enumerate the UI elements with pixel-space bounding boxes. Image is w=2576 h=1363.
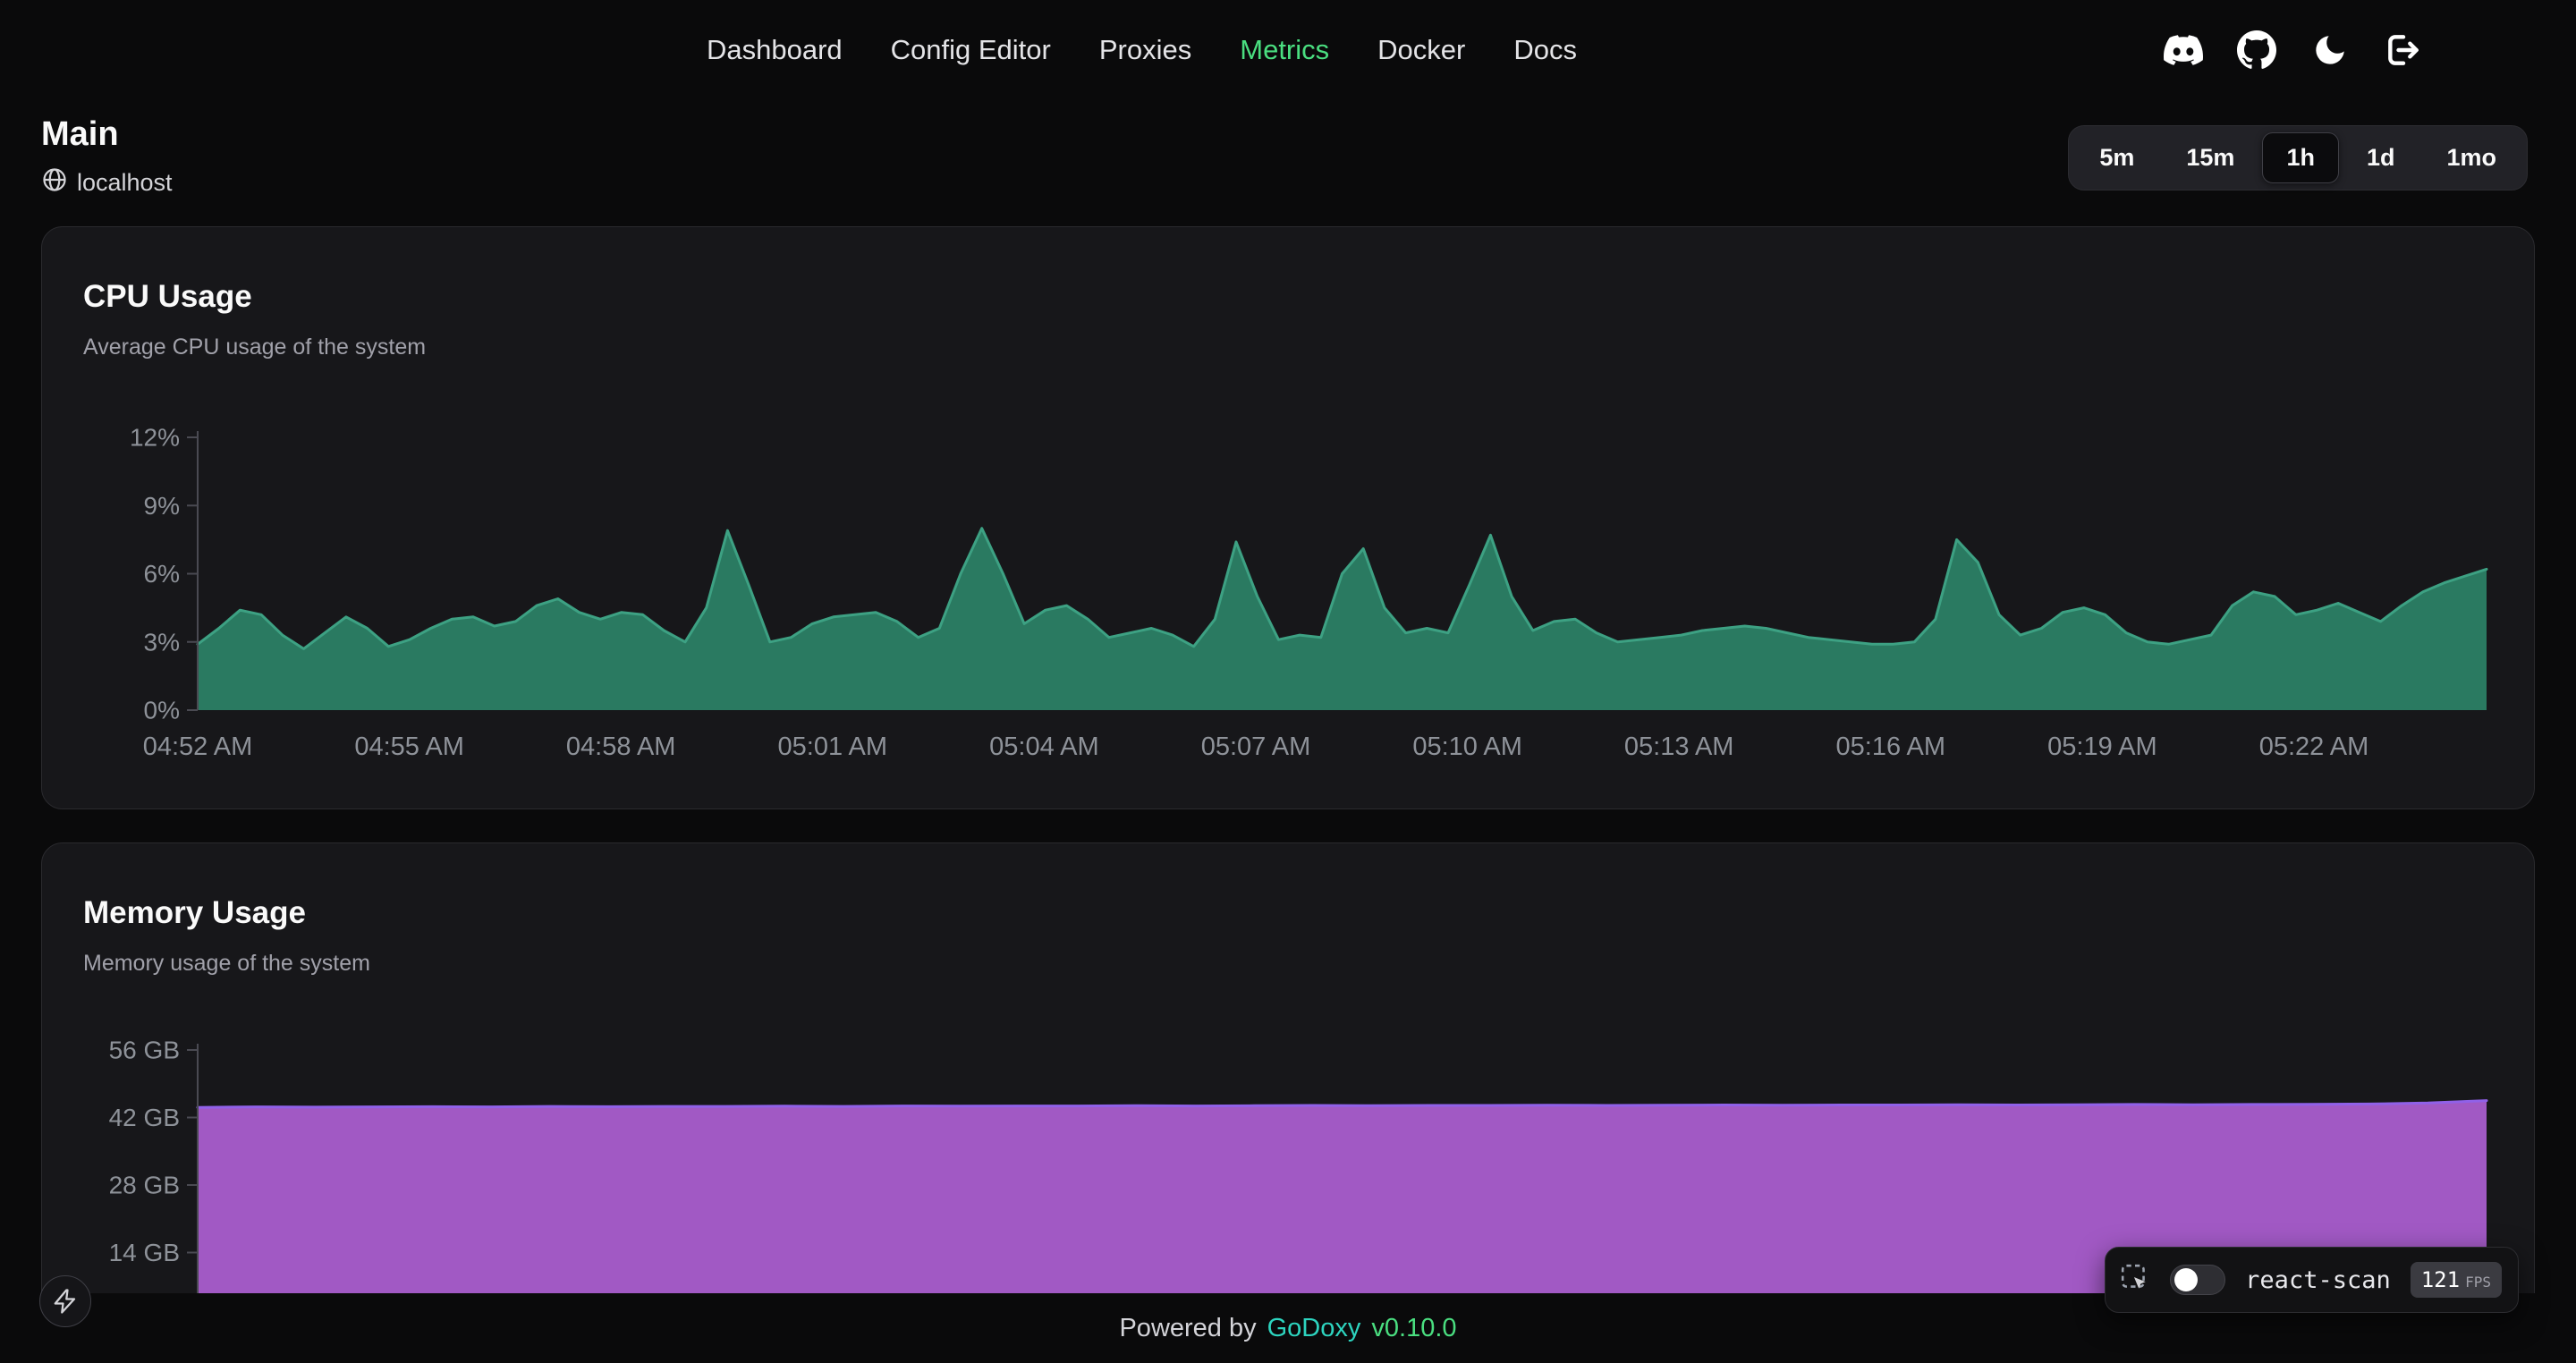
header-icon-group: [2163, 0, 2424, 100]
svg-text:56 GB: 56 GB: [109, 1036, 180, 1063]
cpu-usage-chart[interactable]: 0% 3% 6% 9% 12% 04:52 AM 04:55 AM 04:58 AM 05:01…: [55, 404, 2505, 773]
time-range-5m[interactable]: 5m: [2075, 132, 2158, 183]
time-range-1h[interactable]: 1h: [2262, 132, 2339, 183]
react-scan-widget: react-scan 121 FPS: [2105, 1247, 2519, 1313]
svg-text:05:22 AM: 05:22 AM: [2259, 732, 2369, 761]
lightning-icon: [52, 1288, 79, 1315]
cpu-card-title: CPU Usage: [83, 281, 2493, 312]
page-head: Main localhost 5m 15m 1h 1d 1mo: [41, 116, 2528, 199]
svg-text:3%: 3%: [144, 628, 180, 656]
fps-badge: 121 FPS: [2411, 1262, 2502, 1298]
nav-item-config-editor[interactable]: Config Editor: [891, 34, 1051, 66]
svg-text:05:01 AM: 05:01 AM: [778, 732, 888, 761]
svg-text:04:55 AM: 04:55 AM: [354, 732, 464, 761]
toggle-knob: [2174, 1268, 2198, 1291]
svg-text:28 GB: 28 GB: [109, 1171, 180, 1198]
sign-out-icon[interactable]: [2383, 30, 2424, 71]
version-link[interactable]: v0.10.0: [1371, 1314, 1456, 1343]
globe-icon: [41, 166, 68, 199]
host-row: localhost: [41, 166, 173, 199]
svg-text:04:58 AM: 04:58 AM: [566, 732, 676, 761]
memory-card-subtitle: Memory usage of the system: [83, 950, 2493, 977]
svg-text:6%: 6%: [144, 560, 180, 588]
svg-text:42 GB: 42 GB: [109, 1104, 180, 1131]
svg-text:05:16 AM: 05:16 AM: [1836, 732, 1946, 761]
svg-text:05:04 AM: 05:04 AM: [989, 732, 1099, 761]
nav-item-dashboard[interactable]: Dashboard: [707, 34, 843, 66]
github-icon[interactable]: [2236, 30, 2277, 71]
cpu-card-subtitle: Average CPU usage of the system: [83, 334, 2493, 360]
powered-by-label: Powered by: [1119, 1314, 1256, 1343]
fps-value: 121: [2421, 1267, 2460, 1292]
fps-unit: FPS: [2465, 1274, 2491, 1291]
time-range-15m[interactable]: 15m: [2162, 132, 2258, 183]
svg-text:05:13 AM: 05:13 AM: [1624, 732, 1734, 761]
nav-item-metrics[interactable]: Metrics: [1240, 34, 1329, 66]
page-title: Main: [41, 116, 173, 154]
discord-icon[interactable]: [2163, 30, 2204, 71]
top-header: Dashboard Config Editor Proxies Metrics …: [0, 0, 2576, 100]
host-label: localhost: [77, 169, 173, 197]
svg-text:14 GB: 14 GB: [109, 1239, 180, 1266]
lightning-button[interactable]: [39, 1275, 91, 1327]
time-range-selector: 5m 15m 1h 1d 1mo: [2068, 125, 2528, 190]
react-scan-toggle[interactable]: [2170, 1265, 2225, 1295]
time-range-1d[interactable]: 1d: [2343, 132, 2419, 183]
memory-card-title: Memory Usage: [83, 897, 2493, 928]
svg-text:05:07 AM: 05:07 AM: [1201, 732, 1311, 761]
svg-text:9%: 9%: [144, 492, 180, 520]
react-scan-label: react-scan: [2245, 1266, 2391, 1294]
page-head-left: Main localhost: [41, 116, 173, 199]
inspect-icon[interactable]: [2120, 1263, 2150, 1298]
godoxy-link[interactable]: GoDoxy: [1267, 1314, 1361, 1343]
nav-item-docker[interactable]: Docker: [1377, 34, 1465, 66]
nav-item-docs[interactable]: Docs: [1513, 34, 1577, 66]
main-nav: Dashboard Config Editor Proxies Metrics …: [707, 0, 1577, 100]
cpu-usage-card: CPU Usage Average CPU usage of the syste…: [41, 226, 2535, 809]
svg-text:12%: 12%: [130, 423, 180, 451]
time-range-1mo[interactable]: 1mo: [2422, 132, 2521, 183]
nav-item-proxies[interactable]: Proxies: [1099, 34, 1191, 66]
svg-text:0%: 0%: [144, 696, 180, 724]
svg-text:05:19 AM: 05:19 AM: [2047, 732, 2157, 761]
theme-moon-icon[interactable]: [2309, 30, 2351, 71]
svg-text:05:10 AM: 05:10 AM: [1412, 732, 1522, 761]
svg-text:04:52 AM: 04:52 AM: [143, 732, 253, 761]
